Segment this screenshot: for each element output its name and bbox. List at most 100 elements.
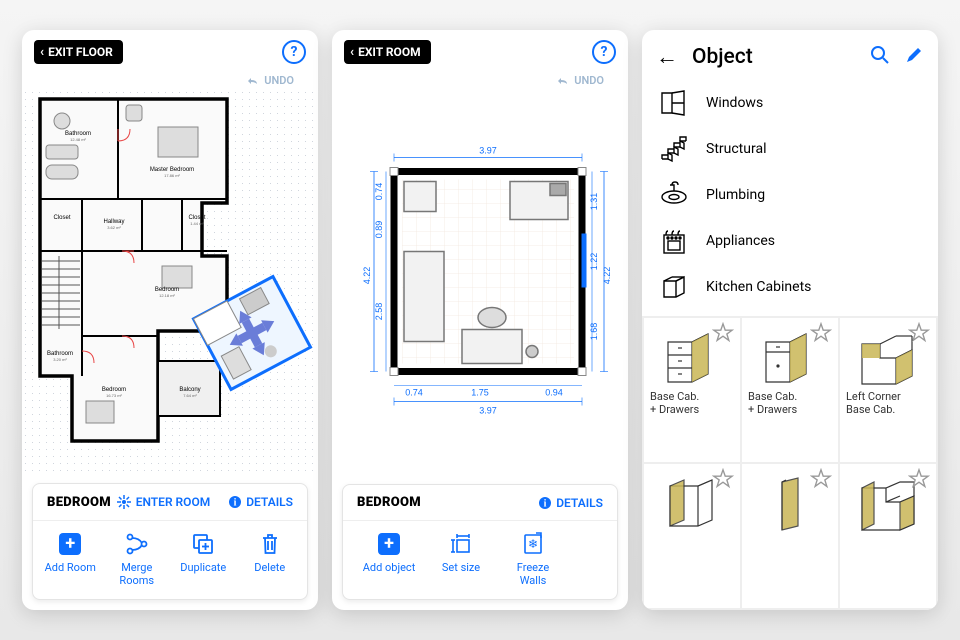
svg-text:3.97: 3.97 <box>479 406 497 416</box>
search-icon <box>870 45 890 65</box>
cabinets-icon <box>658 273 690 301</box>
info-icon: i <box>228 495 242 509</box>
object-tile-3[interactable]: Left Corner Base Cab. <box>840 318 936 462</box>
svg-text:4.22: 4.22 <box>362 267 372 285</box>
panel-title: BEDROOM <box>47 495 111 510</box>
structural-icon <box>658 135 690 163</box>
favorite-icon[interactable] <box>712 468 734 490</box>
favorite-icon[interactable] <box>810 322 832 344</box>
exit-floor-button[interactable]: ‹ EXIT FLOOR <box>34 40 123 64</box>
object-tile-1[interactable]: Base Cab. + Drawers <box>644 318 740 462</box>
svg-text:3.97: 3.97 <box>479 146 497 156</box>
chevron-left-icon: ‹ <box>350 46 354 59</box>
freeze-walls-button[interactable]: ❄ Freeze Walls <box>503 531 563 587</box>
category-structural[interactable]: Structural <box>656 126 924 172</box>
svg-text:1.22: 1.22 <box>589 253 599 271</box>
svg-text:7.64 m²: 7.64 m² <box>183 393 197 398</box>
details-button[interactable]: i DETAILS <box>538 496 603 510</box>
windows-icon <box>658 89 690 117</box>
favorite-icon[interactable] <box>810 468 832 490</box>
favorite-icon[interactable] <box>908 468 930 490</box>
freeze-icon: ❄ <box>522 532 544 556</box>
add-icon: + <box>59 533 81 555</box>
duplicate-icon <box>192 533 214 555</box>
exit-room-label: EXIT ROOM <box>358 45 421 59</box>
svg-text:16.73 m²: 16.73 m² <box>106 393 122 398</box>
category-plumbing[interactable]: Plumbing <box>656 172 924 218</box>
object-tile-2[interactable]: Base Cab. + Drawers <box>742 318 838 462</box>
undo-label: UNDO <box>574 74 604 87</box>
undo-button[interactable]: UNDO <box>556 74 614 87</box>
room-panel: BEDROOM i DETAILS + Add object Set size … <box>342 484 618 600</box>
svg-text:Closet: Closet <box>53 215 70 221</box>
panel-title: BEDROOM <box>357 495 421 510</box>
exit-floor-label: EXIT FLOOR <box>48 45 113 59</box>
svg-text:0.89: 0.89 <box>374 221 384 239</box>
floor-panel: BEDROOM ENTER ROOM i DETAILS + Add Room … <box>32 483 308 600</box>
object-title: Object <box>692 45 856 69</box>
details-button[interactable]: i DETAILS <box>228 495 293 509</box>
plumbing-icon <box>658 181 690 209</box>
svg-text:1.44 m²: 1.44 m² <box>190 221 204 226</box>
svg-text:12.48 m²: 12.48 m² <box>70 137 86 142</box>
topbar: ‹ EXIT ROOM ? <box>332 30 628 74</box>
svg-text:2.58: 2.58 <box>374 303 384 321</box>
add-room-button[interactable]: + Add Room <box>40 531 100 587</box>
object-tile-4[interactable] <box>644 464 740 608</box>
topbar: ‹ EXIT FLOOR ? <box>22 30 318 74</box>
svg-text:4.22: 4.22 <box>602 267 612 285</box>
appliances-icon <box>658 227 690 255</box>
search-button[interactable] <box>870 45 890 70</box>
object-header: ← Object <box>642 30 938 80</box>
pencil-icon <box>904 45 924 65</box>
add-icon: + <box>378 533 400 555</box>
undo-icon <box>246 76 260 86</box>
object-screen: ← Object Windows Structural Plumbing App… <box>642 30 938 610</box>
exit-room-button[interactable]: ‹ EXIT ROOM <box>344 40 431 64</box>
chevron-left-icon: ‹ <box>40 46 44 59</box>
duplicate-button[interactable]: Duplicate <box>173 531 233 587</box>
favorite-icon[interactable] <box>908 322 930 344</box>
svg-text:17.86 m²: 17.86 m² <box>164 173 180 178</box>
svg-text:i: i <box>234 498 237 509</box>
category-windows[interactable]: Windows <box>656 80 924 126</box>
undo-icon <box>556 76 570 86</box>
object-tile-6[interactable] <box>840 464 936 608</box>
svg-text:3.62 m²: 3.62 m² <box>107 225 121 230</box>
merge-icon <box>125 532 149 556</box>
undo-label: UNDO <box>264 74 294 87</box>
edit-button[interactable] <box>904 45 924 70</box>
svg-text:❄: ❄ <box>528 537 538 551</box>
favorite-icon[interactable] <box>712 322 734 344</box>
undo-button[interactable]: UNDO <box>246 74 304 87</box>
info-icon: i <box>538 496 552 510</box>
category-kitchen-cabinets[interactable]: Kitchen Cabinets <box>656 264 924 310</box>
floor-canvas[interactable]: Bathroom 12.48 m² Master Bedroom 17.86 m… <box>22 89 318 473</box>
add-object-button[interactable]: + Add object <box>359 531 419 587</box>
object-tile-5[interactable] <box>742 464 838 608</box>
room-canvas[interactable]: 3.97 3.97 0.74 1.75 0.94 4.22 0.74 0.89 … <box>332 89 628 474</box>
merge-rooms-button[interactable]: Merge Rooms <box>107 531 167 587</box>
trash-icon <box>260 533 280 555</box>
enter-room-icon <box>116 494 132 510</box>
svg-text:12.18 m²: 12.18 m² <box>159 293 175 298</box>
object-grid: Base Cab. + Drawers Base Cab. + Drawers … <box>642 316 938 610</box>
svg-text:1.68: 1.68 <box>589 323 599 341</box>
room-screen: ‹ EXIT ROOM ? UNDO <box>332 30 628 610</box>
help-icon[interactable]: ? <box>592 40 616 64</box>
svg-text:1.75: 1.75 <box>471 388 489 398</box>
delete-button[interactable]: Delete <box>240 531 300 587</box>
set-size-icon <box>449 532 473 556</box>
svg-text:0.94: 0.94 <box>545 388 563 398</box>
enter-room-button[interactable]: ENTER ROOM <box>116 494 211 510</box>
help-icon[interactable]: ? <box>282 40 306 64</box>
category-appliances[interactable]: Appliances <box>656 218 924 264</box>
floor-screen: ‹ EXIT FLOOR ? UNDO <box>22 30 318 610</box>
category-list: Windows Structural Plumbing Appliances K… <box>642 80 938 310</box>
set-size-button[interactable]: Set size <box>431 531 491 587</box>
svg-text:0.74: 0.74 <box>374 183 384 201</box>
back-button[interactable]: ← <box>656 44 678 70</box>
svg-text:i: i <box>544 498 547 509</box>
svg-text:0.74: 0.74 <box>405 388 423 398</box>
svg-text:3.20 m²: 3.20 m² <box>53 357 67 362</box>
